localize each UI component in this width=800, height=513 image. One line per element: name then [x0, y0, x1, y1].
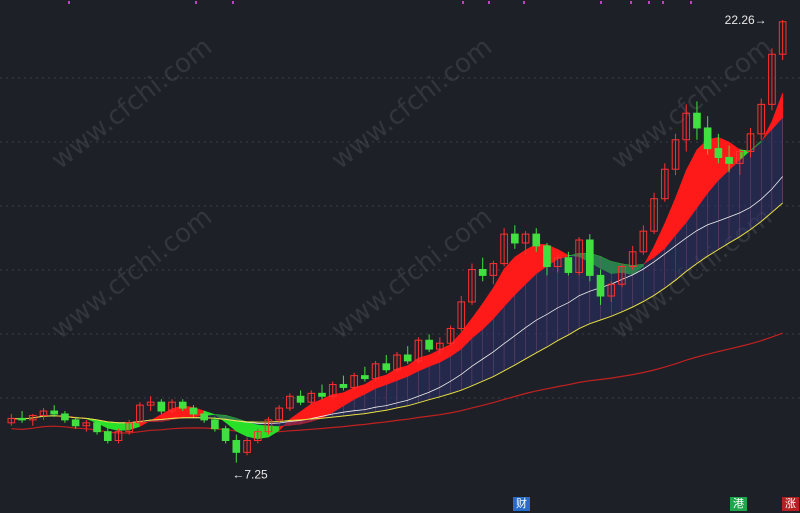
candle-body — [511, 233, 519, 244]
ma-channel-segment — [771, 117, 783, 213]
ma-channel-segment — [482, 318, 494, 382]
candle-body — [61, 413, 69, 421]
top-marker — [662, 1, 664, 4]
ma-channel-segment — [611, 261, 622, 317]
ma-channel-segment — [621, 263, 633, 312]
ma-channel-segment — [450, 349, 462, 394]
candle-body — [714, 148, 723, 158]
candle-body — [178, 401, 187, 409]
kline-svg: www.cfchi.com www.cfchi.com www.cfchi.comw… — [0, 1, 800, 482]
candle-body — [703, 127, 712, 150]
high-price-label: 22.26→ — [725, 13, 767, 27]
ma-channel-segment — [546, 259, 558, 348]
candle-body — [586, 239, 594, 276]
candle-body — [382, 363, 391, 371]
candle-body — [564, 257, 573, 273]
watermark-text: www.cfchi.com — [46, 202, 218, 346]
kline-chart: www.cfchi.com www.cfchi.com www.cfchi.com w… — [0, 0, 800, 513]
candle-body — [93, 422, 101, 433]
ma-channel-segment — [493, 306, 505, 377]
candle-body — [318, 392, 326, 397]
top-marker — [232, 1, 234, 4]
ma-channel-segment — [632, 264, 644, 308]
ma-channel-segment — [525, 273, 537, 359]
ma-channel-segment — [761, 129, 772, 222]
top-marker — [462, 1, 464, 4]
watermark-text: www.cfchi.com — [326, 32, 498, 176]
candle-body — [543, 245, 551, 268]
candle-body — [693, 112, 701, 129]
ma-channel-segment — [439, 356, 451, 397]
candle-body — [50, 410, 59, 415]
tag-cai: 财 — [513, 497, 530, 511]
candle-body — [403, 354, 412, 362]
low-price-label: ←7.25 — [232, 468, 268, 482]
ma-channel-segment — [643, 257, 655, 302]
ma-channel-segment — [718, 170, 730, 250]
candle-body — [18, 417, 26, 421]
ma-channel-segment — [536, 266, 547, 353]
ma-channel-segment — [397, 376, 408, 408]
ma-ribbon-segment — [107, 421, 119, 431]
ma-ribbon-segment — [246, 421, 259, 440]
candle-body — [71, 419, 80, 427]
candle-body — [425, 339, 433, 350]
ma-channel-segment — [429, 362, 440, 400]
ma-channel-segment — [471, 329, 483, 386]
ma-channel-segment — [386, 380, 397, 411]
candle-body — [232, 440, 241, 453]
ma-channel-segment — [407, 371, 419, 406]
candle-body — [725, 156, 733, 164]
ma-channel-segment — [504, 294, 515, 371]
ma-channel-segment — [375, 384, 387, 412]
top-marker — [195, 1, 197, 4]
candle-body — [200, 413, 208, 421]
top-marker — [690, 1, 692, 4]
top-marker — [600, 1, 602, 4]
tag-gang: 港 — [730, 497, 747, 511]
top-marker — [648, 1, 650, 4]
top-marker — [488, 1, 490, 4]
tag-zhang: 涨 — [782, 497, 799, 511]
top-marker — [523, 1, 525, 4]
ma-channel-segment — [707, 180, 719, 257]
candle-body — [596, 274, 605, 297]
top-marker — [630, 1, 632, 4]
candle-body — [189, 407, 198, 415]
candle-body — [157, 401, 166, 412]
top-marker — [68, 1, 70, 4]
candle-body — [478, 268, 487, 276]
ma-channel-segment — [750, 140, 762, 230]
candle-body — [211, 419, 219, 430]
candle-body — [532, 233, 541, 247]
ma-channel-segment — [418, 366, 430, 403]
ma-channel-segment — [514, 284, 526, 366]
candle-body — [339, 383, 348, 388]
candle-body — [103, 431, 112, 442]
candle-body — [296, 395, 305, 403]
ma-ribbon-segment — [128, 422, 141, 431]
candle-body — [361, 375, 369, 380]
candle-body — [221, 428, 230, 442]
watermark-text: www.cfchi.com — [46, 32, 218, 176]
ma-channel-segment — [729, 160, 740, 243]
ma-ribbon-segment — [118, 422, 130, 431]
